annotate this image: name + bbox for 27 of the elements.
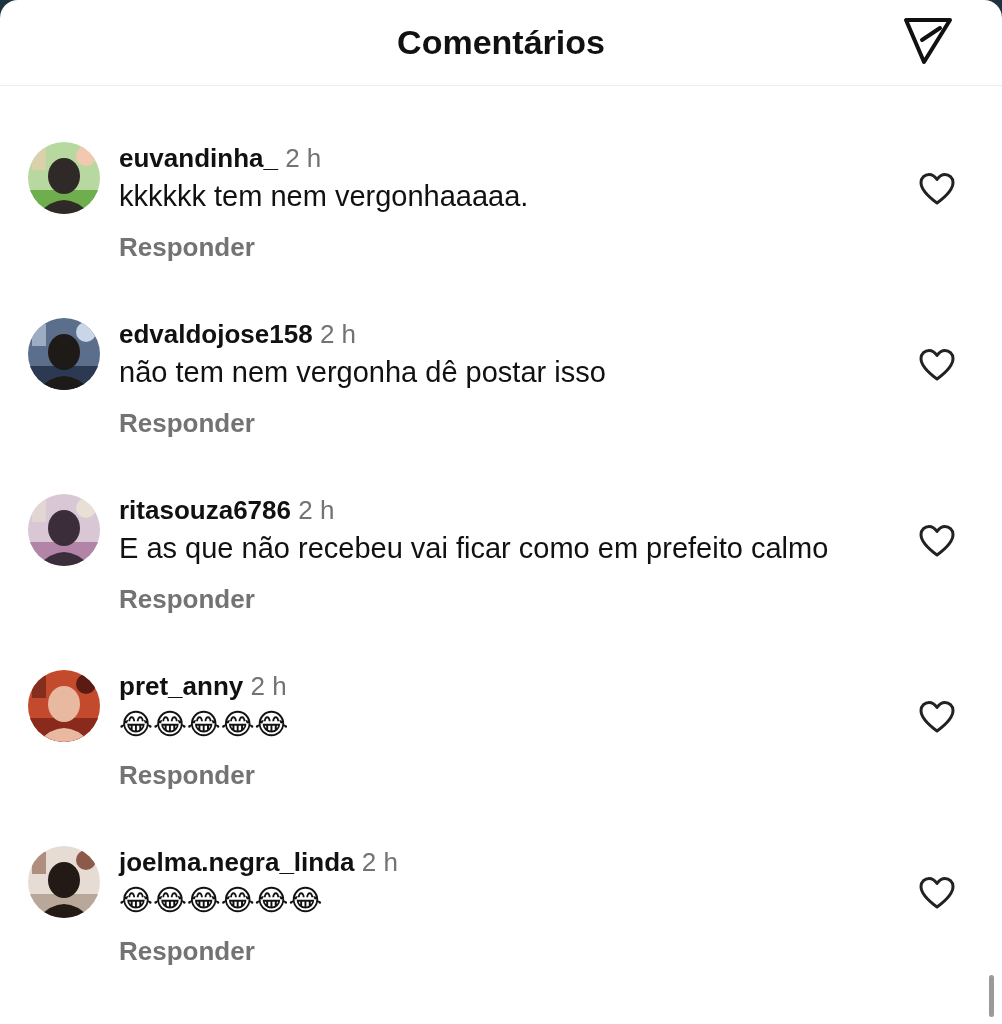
comment-text: kkkkkk tem nem vergonhaaaaa. xyxy=(119,179,530,214)
reply-link[interactable]: Responder xyxy=(119,404,255,443)
comment-text: 😂😂😂😂😂😂 xyxy=(119,883,324,918)
heart-icon[interactable] xyxy=(918,348,956,382)
username[interactable]: edvaldojose158 xyxy=(119,319,313,349)
comment-time: 2 h xyxy=(285,143,322,173)
reply-link[interactable]: Responder xyxy=(119,228,255,267)
comment-time: 2 h xyxy=(298,495,335,525)
username[interactable]: joelma.negra_linda xyxy=(119,847,355,877)
comment-time: 2 h xyxy=(250,671,287,701)
screen-title: Comentários xyxy=(397,22,605,63)
username[interactable]: ritasouza6786 xyxy=(119,495,291,525)
reply-link[interactable]: Responder xyxy=(119,580,255,619)
heart-icon[interactable] xyxy=(918,876,956,910)
comment-text: E as que não recebeu vai ficar como em prefeito calmo xyxy=(119,531,830,566)
reply-link[interactable]: Responder xyxy=(119,756,255,795)
reply-link[interactable]: Responder xyxy=(119,932,255,971)
comment-time: 2 h xyxy=(319,319,357,349)
heart-icon[interactable] xyxy=(918,524,956,558)
heart-icon[interactable] xyxy=(918,172,956,206)
heart-icon[interactable] xyxy=(918,700,956,734)
scrollbar[interactable] xyxy=(989,975,994,1017)
username[interactable]: euvandinha_ xyxy=(119,143,278,173)
username[interactable]: pret_anny xyxy=(119,671,244,701)
comment-text: não tem nem vergonha dê postar isso xyxy=(119,355,607,390)
comment-text: 😂😂😂😂😂 xyxy=(119,707,290,742)
comment-time: 2 h xyxy=(361,847,398,877)
